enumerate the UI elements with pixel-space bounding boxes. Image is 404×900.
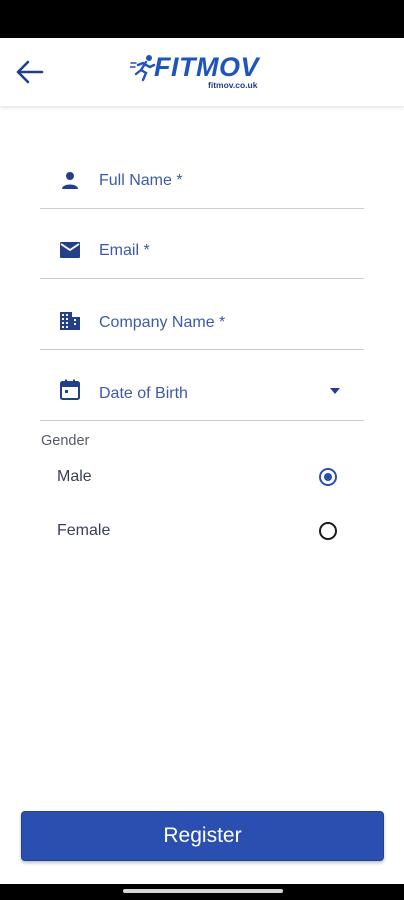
gender-option-label: Male <box>57 468 92 485</box>
home-indicator[interactable] <box>123 889 283 893</box>
dropdown-caret-icon[interactable] <box>328 386 342 396</box>
back-arrow-icon <box>16 60 44 84</box>
calendar-icon <box>60 379 80 400</box>
brand-url: fitmov.co.uk <box>208 80 258 90</box>
navigation-bar <box>0 884 404 900</box>
company-name-label: Company Name * <box>99 314 226 331</box>
register-button[interactable]: Register <box>21 811 384 861</box>
email-label: Email * <box>99 242 150 259</box>
date-of-birth-field[interactable]: Date of Birth <box>40 350 364 421</box>
radio-dot <box>324 473 332 481</box>
full-name-label: Full Name * <box>99 172 183 189</box>
email-field[interactable]: Email * <box>40 208 364 279</box>
brand-logo: FITMOV fitmov.co.uk <box>128 52 278 92</box>
building-icon <box>60 312 80 330</box>
radio-button-unchecked[interactable] <box>319 522 337 540</box>
person-icon <box>62 172 78 189</box>
back-button[interactable] <box>14 58 46 86</box>
gender-option-male[interactable]: Male <box>40 457 364 501</box>
radio-button-checked[interactable] <box>319 468 337 486</box>
full-name-field[interactable]: Full Name * <box>40 138 364 209</box>
gender-option-label: Female <box>57 522 111 539</box>
gender-option-female[interactable]: Female <box>40 511 364 555</box>
brand-name: FITMOV <box>154 52 259 82</box>
date-of-birth-label: Date of Birth <box>99 385 188 402</box>
gender-label: Gender <box>41 433 90 449</box>
company-name-field[interactable]: Company Name * <box>40 279 364 350</box>
app-header: FITMOV fitmov.co.uk <box>0 38 404 106</box>
status-bar <box>0 0 404 38</box>
email-icon <box>60 242 80 258</box>
